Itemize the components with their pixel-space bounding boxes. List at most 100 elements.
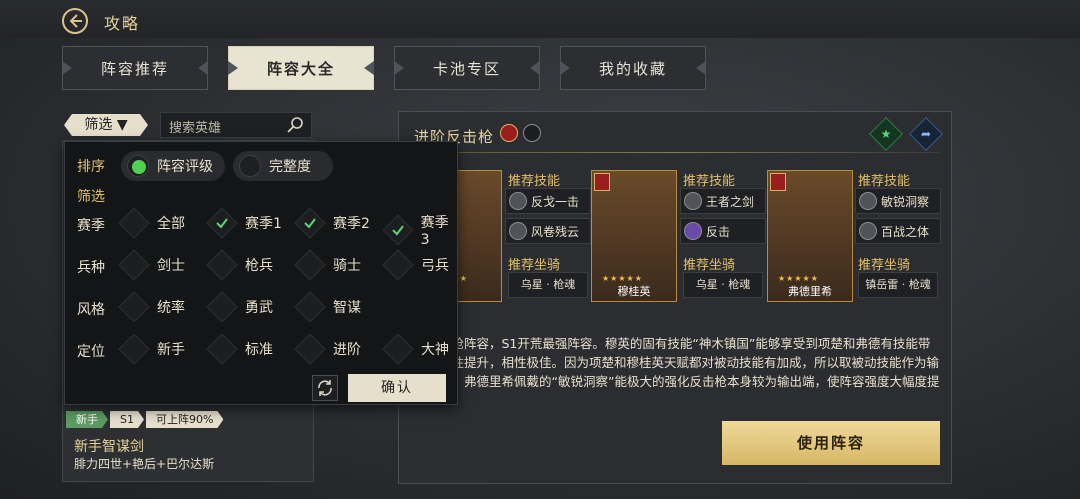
back-arrow-icon	[69, 14, 82, 28]
lineup-description: 的反击枪阵容，S1开荒最强阵容。穆英的固有技能“神木镇国”能够享受到项楚和弗德有…	[414, 336, 940, 404]
option-valor[interactable]: 勇武	[206, 291, 273, 323]
option-strategy[interactable]: 智谋	[294, 291, 361, 323]
tag-newbie: 新手	[66, 411, 108, 428]
option-knight[interactable]: 骑士	[294, 249, 361, 281]
filter-dropdown: 排序 阵容评级 完整度 筛选 赛季 全部 赛季1 赛季2 赛季3 兵种 剑士 枪…	[64, 141, 458, 405]
back-button[interactable]	[62, 8, 88, 34]
checkbox-icon	[118, 249, 150, 281]
use-lineup-button[interactable]: 使用阵容	[722, 421, 940, 465]
skill-slot[interactable]: 敏锐洞察	[855, 188, 941, 214]
option-season-2[interactable]: 赛季2	[294, 207, 370, 239]
caret-down-icon: ▼	[116, 117, 128, 133]
row-label-position: 定位	[77, 344, 105, 360]
hero-name: 穆桂英	[617, 285, 651, 298]
checkbox-icon	[382, 333, 414, 365]
search-placeholder: 搜索英雄	[169, 121, 222, 136]
checkbox-icon	[118, 333, 150, 365]
share-icon: ➦	[920, 127, 932, 141]
tab-lineup-recommend[interactable]: 阵容推荐	[62, 46, 208, 90]
rec-mount-label: 推荐坐骑	[508, 258, 561, 273]
hero-card-2[interactable]: ★★★★★ 穆桂英	[591, 170, 677, 302]
skill-icon	[509, 222, 527, 240]
rec-skill-label: 推荐技能	[683, 174, 736, 189]
skill-icon	[859, 192, 877, 210]
search-icon[interactable]	[287, 116, 305, 134]
radio-selected-icon	[127, 155, 149, 177]
lineup-card-tags: 新手 S1 可上阵90%	[66, 411, 225, 428]
row-label-season: 赛季	[77, 218, 105, 234]
checkbox-icon	[206, 291, 238, 323]
option-standard[interactable]: 标准	[206, 333, 273, 365]
option-swordsman[interactable]: 剑士	[118, 249, 185, 281]
radio-icon	[239, 155, 261, 177]
confirm-button[interactable]: 确认	[348, 374, 446, 402]
filter-section-label: 筛选	[77, 189, 105, 205]
mount-slot[interactable]: 镇岳雷 · 枪魂	[858, 272, 938, 298]
sort-label: 排序	[77, 159, 105, 175]
top-bar	[0, 0, 1080, 38]
skill-icon	[509, 192, 527, 210]
rec-mount-label: 推荐坐骑	[683, 258, 736, 273]
skill-icon	[684, 192, 702, 210]
checkbox-icon	[382, 249, 414, 281]
reset-button[interactable]	[312, 375, 338, 401]
spear-icon	[523, 124, 541, 142]
tag-season: S1	[110, 411, 144, 428]
option-all[interactable]: 全部	[118, 207, 185, 239]
checkbox-icon	[206, 333, 238, 365]
faction-crest-icon	[594, 173, 610, 191]
option-command[interactable]: 统率	[118, 291, 185, 323]
lineup-card-name[interactable]: 新手智谋剑	[74, 436, 144, 456]
option-archer[interactable]: 弓兵	[382, 249, 449, 281]
hero-stars: ★★★★★	[778, 274, 819, 283]
rec-skill-label: 推荐技能	[508, 174, 561, 189]
skill-slot[interactable]: 百战之体	[855, 218, 941, 244]
option-season-3[interactable]: 赛季3	[382, 212, 457, 248]
skill-slot[interactable]: 反击	[680, 218, 766, 244]
refresh-icon	[318, 380, 332, 396]
sort-option-rating[interactable]: 阵容评级	[121, 151, 225, 181]
hero-stars: ★★★★★	[602, 274, 643, 283]
checkmark-icon	[382, 214, 414, 246]
skill-icon	[684, 222, 702, 240]
checkbox-icon	[294, 291, 326, 323]
option-season-1[interactable]: 赛季1	[206, 207, 282, 239]
skill-slot[interactable]: 王者之剑	[680, 188, 766, 214]
hero-search-input[interactable]: 搜索英雄	[160, 112, 312, 138]
skill-slot[interactable]: 反戈一击	[505, 188, 591, 214]
checkbox-icon	[206, 249, 238, 281]
checkmark-icon	[294, 207, 326, 239]
option-spearman[interactable]: 枪兵	[206, 249, 273, 281]
rec-skill-label: 推荐技能	[858, 174, 911, 189]
tab-lineup-all[interactable]: 阵容大全	[228, 46, 374, 90]
lineup-card-heroes: 腓力四世+艳后+巴尔达斯	[74, 457, 215, 471]
star-icon: ★	[880, 127, 892, 141]
option-master[interactable]: 大神	[382, 333, 449, 365]
checkbox-icon	[294, 333, 326, 365]
tab-card-pool[interactable]: 卡池专区	[394, 46, 540, 90]
skill-slot[interactable]: 风卷残云	[505, 218, 591, 244]
option-newbie[interactable]: 新手	[118, 333, 185, 365]
filter-label: 筛选	[84, 117, 113, 133]
skill-icon	[859, 222, 877, 240]
faction-crest-icon	[500, 124, 518, 142]
checkmark-icon	[206, 207, 238, 239]
hero-card-3[interactable]: ★★★★★ 弗德里希	[767, 170, 853, 302]
option-advanced[interactable]: 进阶	[294, 333, 361, 365]
page-title: 攻略	[104, 14, 141, 33]
tag-availability: 可上阵90%	[146, 411, 223, 428]
tab-my-favorites[interactable]: 我的收藏	[560, 46, 706, 90]
rec-mount-label: 推荐坐骑	[858, 258, 911, 273]
checkbox-icon	[118, 207, 150, 239]
faction-crest-icon	[770, 173, 786, 191]
checkbox-icon	[118, 291, 150, 323]
row-label-style: 风格	[77, 302, 105, 318]
checkbox-icon	[294, 249, 326, 281]
mount-slot[interactable]: 乌星 · 枪魂	[683, 272, 763, 298]
hero-name: 弗德里希	[788, 285, 832, 298]
sort-option-completeness[interactable]: 完整度	[233, 151, 333, 181]
filter-button[interactable]: 筛选 ▼	[64, 114, 148, 136]
row-label-troop: 兵种	[77, 260, 105, 276]
mount-slot[interactable]: 乌星 · 枪魂	[508, 272, 588, 298]
title-divider	[410, 152, 940, 153]
